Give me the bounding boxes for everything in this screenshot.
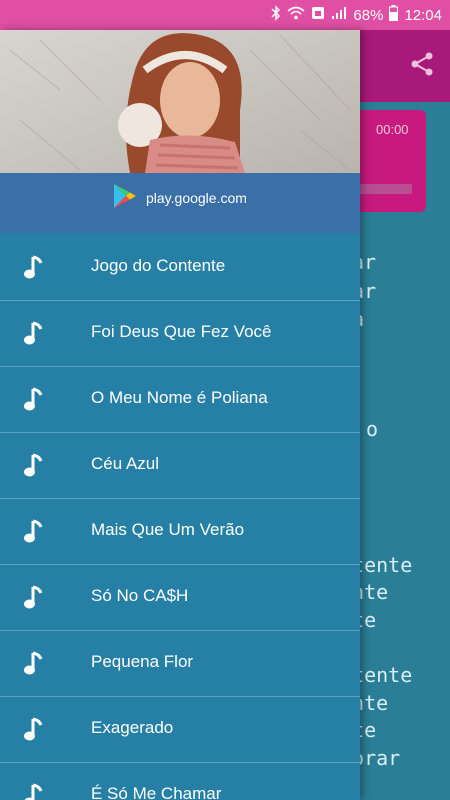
menu-item-label: Foi Deus Que Fez Você [91, 322, 272, 341]
clock: 12:04 [404, 6, 442, 24]
menu-item-label: É Só Me Chamar [91, 784, 222, 800]
battery-percent: 68% [353, 6, 384, 24]
menu-item-pequena-flor[interactable]: Pequena Flor [0, 631, 360, 697]
menu-item-o-meu-nome-e-poliana[interactable]: O Meu Nome é Poliana [0, 367, 360, 433]
menu-item-e-so-me-chamar[interactable]: É Só Me Chamar [0, 763, 360, 800]
music-note-icon [22, 584, 48, 612]
menu-item-label: Jogo do Contente [91, 256, 226, 275]
signal-icon [331, 6, 347, 24]
play-store-icon [112, 183, 136, 212]
menu-item-label: Exagerado [91, 718, 174, 737]
music-note-icon [22, 320, 48, 348]
music-note-icon [22, 716, 48, 744]
store-link-text: play.google.com [146, 189, 247, 206]
menu-item-label: Mais Que Um Verão [91, 520, 245, 539]
music-note-icon [22, 452, 48, 480]
menu-item-exagerado[interactable]: Exagerado [0, 697, 360, 763]
menu-item-mais-que-um-verao[interactable]: Mais Que Um Verão [0, 499, 360, 565]
menu-item-label: Só No CA$H [91, 586, 189, 605]
status-icons: 68% 12:04 [271, 0, 442, 30]
player-time: 00:00 [376, 122, 409, 137]
drawer-header [0, 30, 360, 173]
lyric-line: o [366, 417, 379, 441]
status-bar: 68% 12:04 [0, 0, 450, 30]
menu-item-label: Céu Azul [91, 454, 160, 473]
music-note-icon [22, 518, 48, 546]
header-photo [0, 30, 360, 173]
menu-list: Jogo do Contente Foi Deus Que Fez Você O… [0, 235, 360, 800]
notification-icon [311, 6, 325, 24]
navigation-drawer: play.google.com Jogo do Contente Foi Deu… [0, 30, 360, 800]
wifi-icon [287, 6, 305, 24]
share-icon [409, 51, 435, 81]
battery-icon [389, 5, 399, 25]
menu-item-foi-deus-que-fez-voce[interactable]: Foi Deus Que Fez Você [0, 301, 360, 367]
share-button[interactable] [406, 50, 438, 82]
music-note-icon [22, 782, 48, 800]
music-note-icon [22, 650, 48, 678]
music-note-icon [22, 254, 48, 282]
menu-item-label: O Meu Nome é Poliana [91, 388, 268, 407]
bluetooth-icon [271, 5, 281, 25]
menu-item-so-no-cash[interactable]: Só No CA$H [0, 565, 360, 631]
menu-item-jogo-do-contente[interactable]: Jogo do Contente [0, 235, 360, 301]
menu-item-label: Pequena Flor [91, 652, 194, 671]
play-store-link[interactable]: play.google.com [112, 183, 247, 212]
menu-item-ceu-azul[interactable]: Céu Azul [0, 433, 360, 499]
music-note-icon [22, 386, 48, 414]
